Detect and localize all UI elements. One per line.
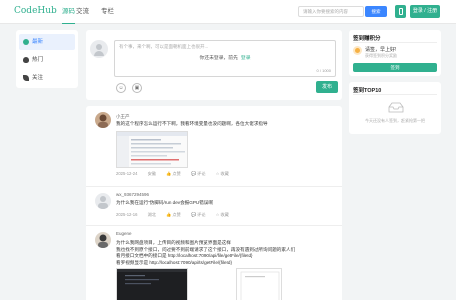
like-button[interactable]: 👍点赞: [166, 212, 181, 217]
sign-top10-card: 签到TOP10 今天还没有人签到，赶紧抢第一把: [349, 82, 441, 134]
menu-item-label: 热门: [32, 57, 44, 63]
avatar: [95, 232, 111, 248]
divider: [353, 94, 437, 95]
search-button[interactable]: 搜索: [365, 6, 387, 17]
post-screenshot[interactable]: [236, 268, 282, 300]
empty-box-icon: [388, 102, 404, 113]
sign-in-button[interactable]: 签到: [353, 63, 437, 72]
comment-button[interactable]: 💬评论: [191, 212, 206, 217]
post-author[interactable]: 小王产: [116, 114, 130, 120]
login-hint: 你还未登录，前先 登录: [199, 56, 251, 61]
avatar: [95, 112, 111, 128]
star-icon: ☆: [215, 212, 220, 217]
favorite-button[interactable]: ☆收藏: [216, 212, 229, 217]
post-author[interactable]: Eugene: [116, 231, 132, 236]
latest-icon: [23, 39, 29, 45]
search-input[interactable]: 请输入你要搜索的内容: [298, 6, 364, 17]
leaf-icon: [23, 75, 29, 81]
thumb-up-icon: 👍: [166, 171, 172, 176]
comment-button[interactable]: 💬评论: [191, 171, 206, 176]
post-text: 为什么我网盘项目，上传目的视频和图片预览界面是这样 我也找不到原个接口，问过要不…: [116, 240, 296, 265]
menu-item-label: 关注: [32, 75, 44, 81]
post-item[interactable]: Eugene 为什么我网盘项目，上传目的视频和图片预览界面是这样 我也找不到原个…: [86, 227, 342, 300]
nav-source[interactable]: 源码: [62, 0, 75, 24]
category-menu: 最新 热门 关注: [16, 30, 78, 88]
nav-column[interactable]: 专栏: [101, 0, 114, 24]
post-text: 我的这个程序怎么运行不下啊，我看环境变量也没问题啊，各位大佬求指导: [116, 121, 268, 126]
sign-card-title: 签到赚积分: [353, 36, 381, 42]
sign-greeting: 请签，早上好!: [365, 47, 397, 53]
comment-icon: 💬: [190, 212, 197, 217]
menu-item-follow[interactable]: 关注: [19, 70, 75, 86]
nav-discuss[interactable]: 交流: [76, 0, 89, 24]
editor-placeholder: 有个事，来个啊，可以是面朝机面上也很开...: [119, 44, 209, 49]
fire-icon: [23, 57, 29, 63]
top-bar: CodeHub 源码 交流 专栏 请输入你要搜索的内容 搜索 登录 / 注册: [0, 0, 456, 24]
logo[interactable]: CodeHub: [14, 6, 57, 16]
sign-subtitle: 获得签到积分奖励: [365, 53, 397, 58]
mobile-icon[interactable]: [395, 5, 406, 18]
favorite-button[interactable]: ☆收藏: [216, 171, 229, 176]
menu-item-hot[interactable]: 热门: [19, 52, 75, 68]
empty-text: 今天还没有人签到，赶紧抢第一把: [365, 118, 425, 123]
post-author[interactable]: wx_9367294596: [116, 192, 149, 197]
login-link[interactable]: 登录: [241, 56, 251, 61]
post-textarea[interactable]: 有个事，来个啊，可以是面朝机面上也很开... 你还未登录，前先 登录 0 / 10…: [114, 40, 336, 77]
divider: [353, 42, 437, 43]
post-screenshot[interactable]: [116, 268, 188, 300]
sign-in-card: 签到赚积分 请签，早上好! 获得签到积分奖励 签到: [349, 30, 441, 76]
publish-button[interactable]: 发布: [316, 81, 338, 93]
post-meta: 2025-12-24 安徽 👍点赞 💬评论 ☆收藏: [116, 171, 229, 176]
avatar: [90, 40, 108, 58]
emoji-icon[interactable]: ☺: [116, 83, 126, 93]
post-item[interactable]: wx_9367294596 为什么我在运行“伪脚码/run dev会报GPU错误…: [86, 188, 342, 226]
top10-title: 签到TOP10: [353, 88, 382, 94]
menu-item-latest[interactable]: 最新: [19, 34, 75, 50]
post-screenshot[interactable]: [116, 131, 188, 168]
sun-icon: [353, 46, 362, 55]
char-count: 0 / 1000: [316, 68, 331, 73]
post-item[interactable]: 小王产 我的这个程序怎么运行不下啊，我看环境变量也没问题啊，各位大佬求指导 20…: [86, 106, 342, 187]
image-icon[interactable]: ▣: [132, 83, 142, 93]
login-register-button[interactable]: 登录 / 注册: [410, 5, 440, 18]
post-feed: 小王产 我的这个程序怎么运行不下啊，我看环境变量也没问题啊，各位大佬求指导 20…: [86, 106, 342, 300]
menu-item-label: 最新: [32, 39, 44, 45]
thumb-up-icon: 👍: [166, 212, 172, 217]
avatar: [95, 193, 111, 209]
post-editor: 有个事，来个啊，可以是面朝机面上也很开... 你还未登录，前先 登录 0 / 10…: [86, 30, 342, 100]
post-text: 为什么我在运行“伪脚码/run dev会报GPU错误啊: [116, 200, 213, 205]
post-meta: 2025-12-16 湖北 👍点赞 💬评论 ☆收藏: [116, 212, 229, 217]
comment-icon: 💬: [190, 171, 197, 176]
like-button[interactable]: 👍点赞: [166, 171, 181, 176]
star-icon: ☆: [215, 171, 220, 176]
